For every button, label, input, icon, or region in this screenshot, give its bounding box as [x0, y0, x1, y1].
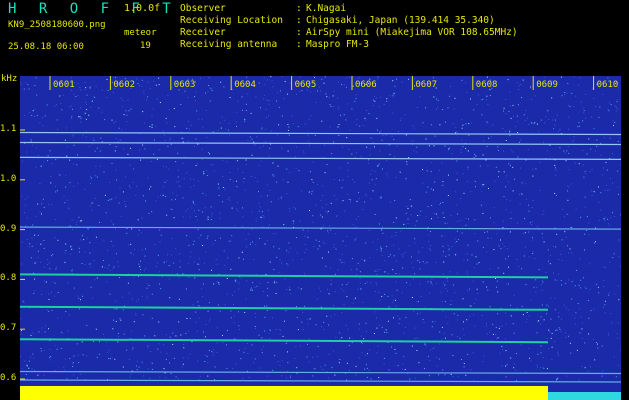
noise-floor-band	[20, 386, 548, 400]
carrier-line	[20, 370, 621, 375]
y-tick-label: 0.7	[0, 323, 17, 334]
meteor-label: meteor	[124, 28, 157, 38]
y-tick-label: 1.1	[0, 124, 17, 134]
y-tick-label: 1.0	[0, 173, 17, 184]
receiver-label: Receiver	[180, 27, 226, 38]
location-colon: :	[296, 15, 302, 26]
y-tick-label: 0.8	[0, 273, 17, 284]
x-tick-label: 0601	[53, 80, 75, 90]
x-tick-label: 0606	[355, 80, 377, 90]
spectrogram-svg	[20, 76, 621, 400]
antenna-colon: :	[296, 39, 302, 50]
observer-value: K.Nagai	[306, 3, 347, 14]
x-tick-label: 0602	[113, 80, 136, 90]
filename-label: KN9_2508180600.png	[8, 20, 106, 30]
receiver-value: AirSpy mini (Miakejima VOR 108.65MHz)	[306, 27, 518, 38]
header: H R O F F T 1.0.0f KN9_2508180600.png me…	[0, 0, 629, 84]
x-tick-label: 0610	[596, 80, 619, 90]
x-tick-label: 0608	[475, 80, 498, 90]
spectrogram: 0601 0602 0603 0604 0605 0606 0607 0608 0609 0610	[20, 76, 621, 400]
carrier-line	[20, 131, 621, 136]
x-tick-label: 0603	[173, 80, 196, 90]
antenna-value: Maspro FM-3	[306, 39, 369, 50]
x-tick-label: 0604	[234, 80, 256, 90]
receiver-colon: :	[296, 27, 302, 38]
x-tick-label: 0607	[415, 80, 438, 90]
version-label: 1.0.0f	[124, 3, 161, 14]
noise-floor-band-end	[548, 392, 621, 400]
observer-label: Observer	[180, 3, 226, 14]
location-value: Chigasaki, Japan (139.414 35.340)	[306, 15, 495, 26]
carrier-line	[20, 379, 621, 383]
x-tick-label: 0605	[294, 80, 317, 90]
datetime-label: 25.08.18 06:00	[8, 42, 84, 52]
x-tick-label: 0609	[536, 80, 558, 90]
observer-colon: :	[296, 3, 302, 14]
y-tick-label: 0.9	[0, 223, 17, 234]
y-tick-label: 0.6	[0, 373, 17, 383]
carrier-line	[20, 273, 549, 279]
antenna-label: Receiving antenna	[180, 39, 278, 50]
carrier-line	[20, 156, 621, 160]
y-axis-unit: kHz	[1, 74, 18, 84]
meteor-count: 19	[140, 41, 151, 51]
location-label: Receiving Location	[180, 15, 283, 26]
carrier-line	[20, 305, 549, 311]
